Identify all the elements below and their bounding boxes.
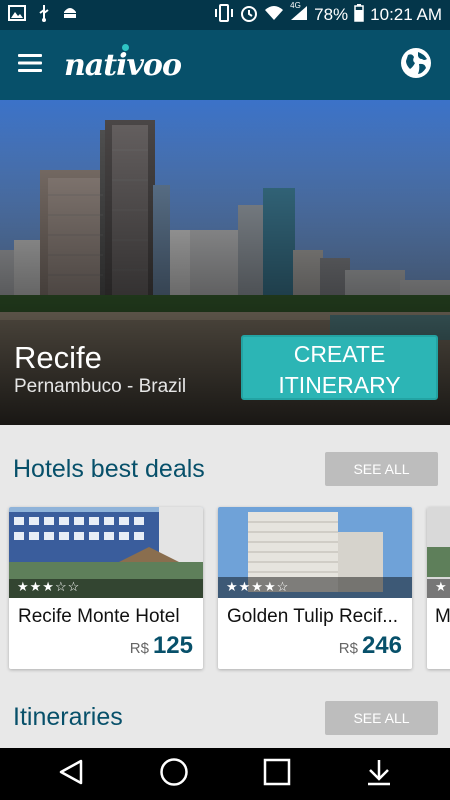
create-itinerary-button[interactable]: CREATE ITINERARY: [241, 335, 438, 400]
signal-icon: 4G: [290, 1, 308, 26]
itineraries-see-all-button[interactable]: SEE ALL: [325, 701, 438, 735]
hotel-photo: ★★★☆☆: [9, 507, 203, 598]
price-value: 246: [361, 632, 402, 659]
app-logo: nativoo: [64, 43, 182, 83]
hotel-rating-stars: ★★★☆☆: [17, 579, 81, 594]
battery-icon: [354, 3, 364, 27]
hotel-photo: ★★★★☆: [218, 507, 412, 598]
hotel-card[interactable]: ★★★☆☆ Recife Monte Hotel R$ 125: [9, 507, 203, 669]
price-value: 125: [152, 632, 193, 659]
hotel-rating-stars: ★★★★☆: [226, 579, 290, 594]
hotel-price: R$ 246: [339, 632, 402, 660]
image-notification-icon: [8, 4, 26, 26]
create-itinerary-line2: ITINERARY: [278, 372, 401, 398]
android-debug-icon: [62, 4, 78, 27]
usb-icon: [38, 4, 50, 27]
price-currency: R$: [129, 640, 149, 657]
app-bar: nativoo: [0, 30, 450, 100]
home-icon[interactable]: [159, 757, 189, 792]
globe-icon[interactable]: [400, 47, 432, 84]
price-currency: R$: [338, 640, 358, 657]
itineraries-section-title: Itineraries: [13, 703, 123, 731]
hotel-name: Golden Tulip Recif...: [227, 606, 399, 627]
vibrate-icon: [214, 3, 234, 27]
recents-icon[interactable]: [263, 758, 291, 791]
create-itinerary-line1: CREATE: [293, 341, 386, 367]
hotel-card[interactable]: ★ M: [427, 507, 450, 669]
wifi-icon: [264, 5, 284, 26]
download-notification-icon[interactable]: [365, 757, 393, 792]
hotel-photo: ★: [427, 507, 450, 598]
hotel-rating-stars: ★: [435, 579, 448, 594]
hotel-name: Recife Monte Hotel: [18, 606, 180, 627]
hotels-see-all-button[interactable]: SEE ALL: [325, 452, 438, 486]
system-nav-bar: [0, 748, 450, 800]
status-bar: 4G 78% 10:21 AM: [0, 0, 450, 30]
hotels-section-title: Hotels best deals: [13, 455, 205, 483]
city-region: Pernambuco - Brazil: [14, 376, 187, 397]
back-icon[interactable]: [57, 758, 85, 791]
hotel-price: R$ 125: [130, 632, 193, 660]
battery-percent: 78%: [314, 5, 349, 24]
network-type-label: 4G: [290, 0, 301, 10]
hamburger-icon[interactable]: [18, 53, 42, 77]
clock: 10:21 AM: [370, 5, 442, 24]
hotel-card[interactable]: ★★★★☆ Golden Tulip Recif... R$ 246: [218, 507, 412, 669]
alarm-icon: [240, 4, 258, 27]
hotel-name: M: [435, 606, 450, 627]
city-title: Recife: [14, 340, 102, 375]
